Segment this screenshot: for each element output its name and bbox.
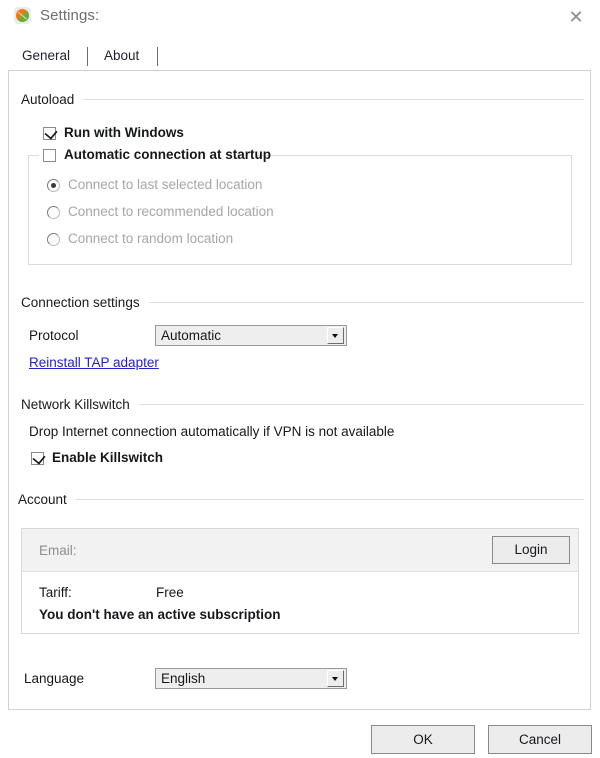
tab-separator bbox=[87, 47, 88, 66]
label-tariff: Tariff: bbox=[39, 585, 72, 600]
tab-separator bbox=[157, 47, 158, 66]
tab-about[interactable]: About bbox=[104, 46, 139, 65]
checkbox-run-with-windows[interactable] bbox=[43, 126, 58, 140]
section-rule bbox=[83, 98, 584, 100]
check-icon bbox=[32, 451, 46, 465]
radio-connect-random[interactable] bbox=[47, 233, 60, 246]
killswitch-description: Drop Internet connection automatically i… bbox=[29, 424, 395, 439]
check-icon bbox=[44, 126, 58, 140]
subscription-status: You don't have an active subscription bbox=[39, 607, 281, 622]
label-automatic-connection: Automatic connection at startup bbox=[64, 147, 272, 162]
label-language: Language bbox=[24, 671, 85, 686]
label-connect-last-selected: Connect to last selected location bbox=[68, 177, 263, 192]
close-icon[interactable]: ✕ bbox=[562, 4, 590, 30]
title-bar: Settings: ✕ bbox=[0, 0, 600, 34]
radio-connect-recommended[interactable] bbox=[47, 206, 60, 219]
label-email: Email: bbox=[39, 543, 77, 558]
section-rule bbox=[148, 301, 584, 303]
value-tariff: Free bbox=[156, 585, 184, 600]
section-header-connection-settings: Connection settings bbox=[21, 293, 584, 311]
section-header-network-killswitch: Network Killswitch bbox=[21, 395, 584, 413]
tab-general[interactable]: General bbox=[22, 46, 70, 65]
language-selected-value: English bbox=[161, 671, 206, 686]
section-rule bbox=[75, 498, 584, 500]
label-run-with-windows: Run with Windows bbox=[64, 125, 184, 140]
ok-button[interactable]: OK bbox=[371, 725, 475, 754]
label-enable-killswitch: Enable Killswitch bbox=[52, 450, 164, 465]
section-rule bbox=[138, 403, 584, 405]
login-button[interactable]: Login bbox=[492, 536, 570, 564]
section-title: Autoload bbox=[21, 91, 75, 107]
section-title: Network Killswitch bbox=[21, 396, 130, 412]
window-title: Settings: bbox=[40, 7, 100, 24]
protocol-dropdown[interactable]: Automatic bbox=[155, 325, 347, 346]
vpn-swirl-icon bbox=[14, 7, 31, 24]
section-title: Connection settings bbox=[21, 294, 140, 310]
label-protocol: Protocol bbox=[29, 328, 79, 343]
tab-strip: General About bbox=[9, 46, 592, 71]
radio-connect-last-selected[interactable] bbox=[47, 179, 60, 192]
checkbox-automatic-connection[interactable] bbox=[43, 149, 56, 162]
section-header-account: Account bbox=[18, 490, 584, 508]
language-dropdown[interactable]: English bbox=[155, 668, 347, 689]
chevron-down-icon[interactable] bbox=[327, 670, 344, 687]
label-connect-recommended: Connect to recommended location bbox=[68, 204, 274, 219]
account-panel: Email: Login Tariff: Free You don't have… bbox=[21, 528, 579, 634]
chevron-down-icon[interactable] bbox=[327, 327, 344, 344]
label-connect-random: Connect to random location bbox=[68, 231, 234, 246]
radio-dot-icon bbox=[51, 183, 56, 188]
cancel-button[interactable]: Cancel bbox=[488, 725, 592, 754]
section-title: Account bbox=[18, 491, 67, 507]
protocol-selected-value: Automatic bbox=[161, 328, 222, 343]
checkbox-enable-killswitch[interactable] bbox=[31, 451, 46, 465]
link-reinstall-tap-adapter[interactable]: Reinstall TAP adapter bbox=[29, 355, 159, 370]
section-header-autoload: Autoload bbox=[21, 90, 584, 108]
